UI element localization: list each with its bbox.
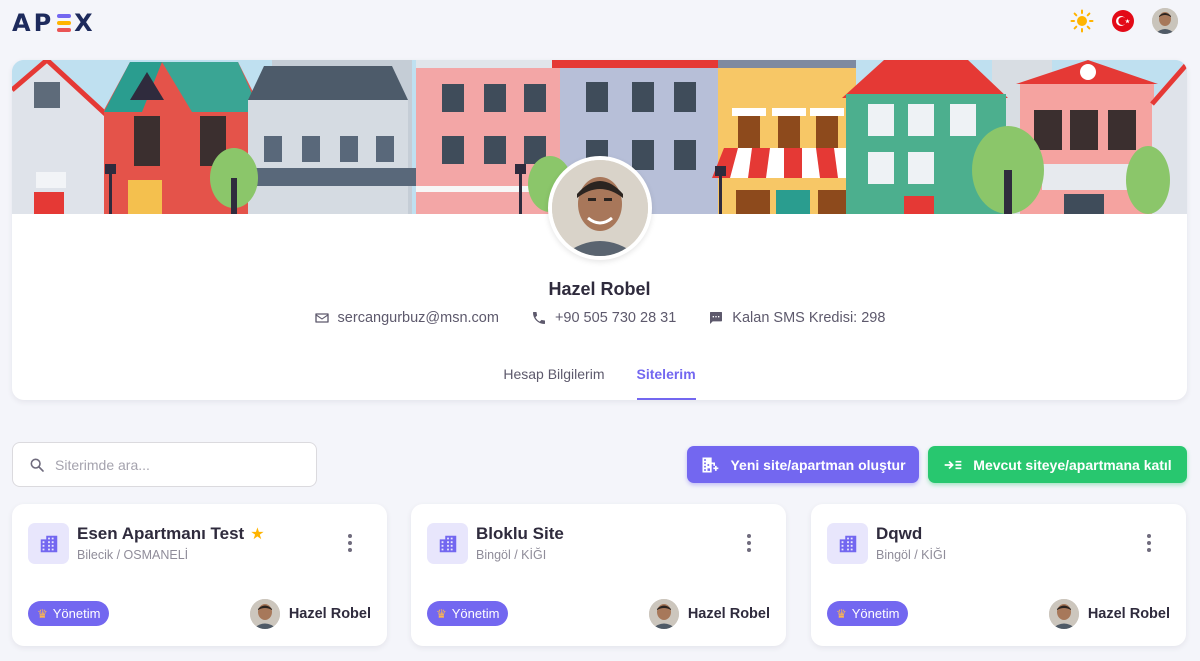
building-icon bbox=[427, 523, 468, 564]
tab-account-info[interactable]: Hesap Bilgilerim bbox=[503, 366, 604, 400]
building-icon bbox=[827, 523, 868, 564]
phone-info: +90 505 730 28 31 bbox=[531, 310, 676, 326]
site-title-text: Esen Apartmanı Test bbox=[77, 524, 245, 543]
new-site-label: Yeni site/apartman oluştur bbox=[730, 456, 906, 473]
mail-icon bbox=[314, 313, 329, 323]
site-card[interactable]: Dqwd Bingöl / KİĞI ♛ Yönetim Hazel Robel bbox=[811, 504, 1186, 646]
site-owner: Hazel Robel bbox=[1048, 599, 1170, 629]
profile-card: Hazel Robel sercangurbuz@msn.com +90 505… bbox=[12, 60, 1187, 400]
site-title-text: Dqwd bbox=[876, 524, 923, 543]
site-owner: Hazel Robel bbox=[249, 599, 371, 629]
owner-avatar bbox=[1048, 599, 1079, 629]
role-text: Yönetim bbox=[851, 606, 900, 621]
more-options-icon[interactable] bbox=[343, 533, 357, 553]
more-options-icon[interactable] bbox=[742, 533, 756, 553]
building-icon bbox=[28, 523, 69, 564]
owner-name: Hazel Robel bbox=[687, 606, 770, 622]
owner-avatar bbox=[648, 599, 679, 629]
crown-icon: ♛ bbox=[37, 606, 48, 621]
site-card[interactable]: Bloklu Site Bingöl / KİĞI ♛ Yönetim Haze… bbox=[411, 504, 786, 646]
site-title: Esen Apartmanı Test ★ bbox=[77, 524, 265, 544]
profile-tabs: Hesap Bilgilerim Sitelerim bbox=[12, 366, 1187, 400]
star-icon[interactable]: ★ bbox=[250, 524, 264, 544]
owner-name: Hazel Robel bbox=[288, 606, 371, 622]
owner-avatar bbox=[249, 599, 280, 629]
site-title: Bloklu Site bbox=[476, 524, 564, 544]
site-search-input[interactable] bbox=[55, 456, 295, 473]
join-arrow-icon bbox=[944, 460, 962, 469]
email-text: sercangurbuz@msn.com bbox=[337, 310, 499, 326]
sun-icon[interactable] bbox=[1070, 9, 1094, 33]
email-info: sercangurbuz@msn.com bbox=[314, 310, 499, 326]
role-badge: ♛ Yönetim bbox=[28, 601, 110, 626]
phone-icon bbox=[532, 312, 545, 324]
site-title: Dqwd bbox=[876, 524, 922, 544]
role-badge: ♛ Yönetim bbox=[827, 601, 909, 626]
message-icon bbox=[710, 312, 723, 324]
user-avatar[interactable] bbox=[1152, 8, 1178, 34]
turkey-flag-icon[interactable] bbox=[1112, 10, 1134, 32]
building-add-icon bbox=[702, 457, 719, 472]
site-search-box[interactable] bbox=[12, 442, 317, 487]
crown-icon: ♛ bbox=[436, 606, 447, 621]
apex-logo[interactable]: AP X bbox=[12, 9, 96, 37]
site-card[interactable]: Esen Apartmanı Test ★ Bilecik / OSMANELİ… bbox=[12, 504, 387, 646]
site-owner: Hazel Robel bbox=[648, 599, 770, 629]
role-badge: ♛ Yönetim bbox=[427, 601, 509, 626]
role-text: Yönetim bbox=[451, 606, 500, 621]
join-site-label: Mevcut siteye/apartmana katıl bbox=[973, 456, 1172, 473]
profile-avatar[interactable] bbox=[548, 156, 652, 260]
crown-icon: ♛ bbox=[836, 606, 847, 621]
sms-credit-info: Kalan SMS Kredisi: 298 bbox=[708, 310, 885, 326]
new-site-button[interactable]: Yeni site/apartman oluştur bbox=[687, 446, 919, 483]
site-title-text: Bloklu Site bbox=[476, 524, 564, 543]
profile-name: Hazel Robel bbox=[548, 279, 651, 299]
logo-e-mark bbox=[57, 14, 72, 32]
role-text: Yönetim bbox=[52, 606, 101, 621]
phone-text: +90 505 730 28 31 bbox=[554, 310, 677, 326]
sms-credit-text: Kalan SMS Kredisi: 298 bbox=[732, 310, 886, 326]
top-bar: AP X bbox=[0, 0, 1200, 44]
search-icon bbox=[30, 458, 44, 472]
site-location: Bingöl / KİĞI bbox=[476, 548, 547, 562]
owner-name: Hazel Robel bbox=[1087, 606, 1170, 622]
tab-my-sites[interactable]: Sitelerim bbox=[636, 366, 696, 400]
site-location: Bilecik / OSMANELİ bbox=[77, 548, 189, 562]
site-location: Bingöl / KİĞI bbox=[876, 548, 947, 562]
profile-contact-row: sercangurbuz@msn.com +90 505 730 28 31 K… bbox=[12, 310, 1187, 326]
join-site-button[interactable]: Mevcut siteye/apartmana katıl bbox=[928, 446, 1187, 483]
more-options-icon[interactable] bbox=[1142, 533, 1156, 553]
